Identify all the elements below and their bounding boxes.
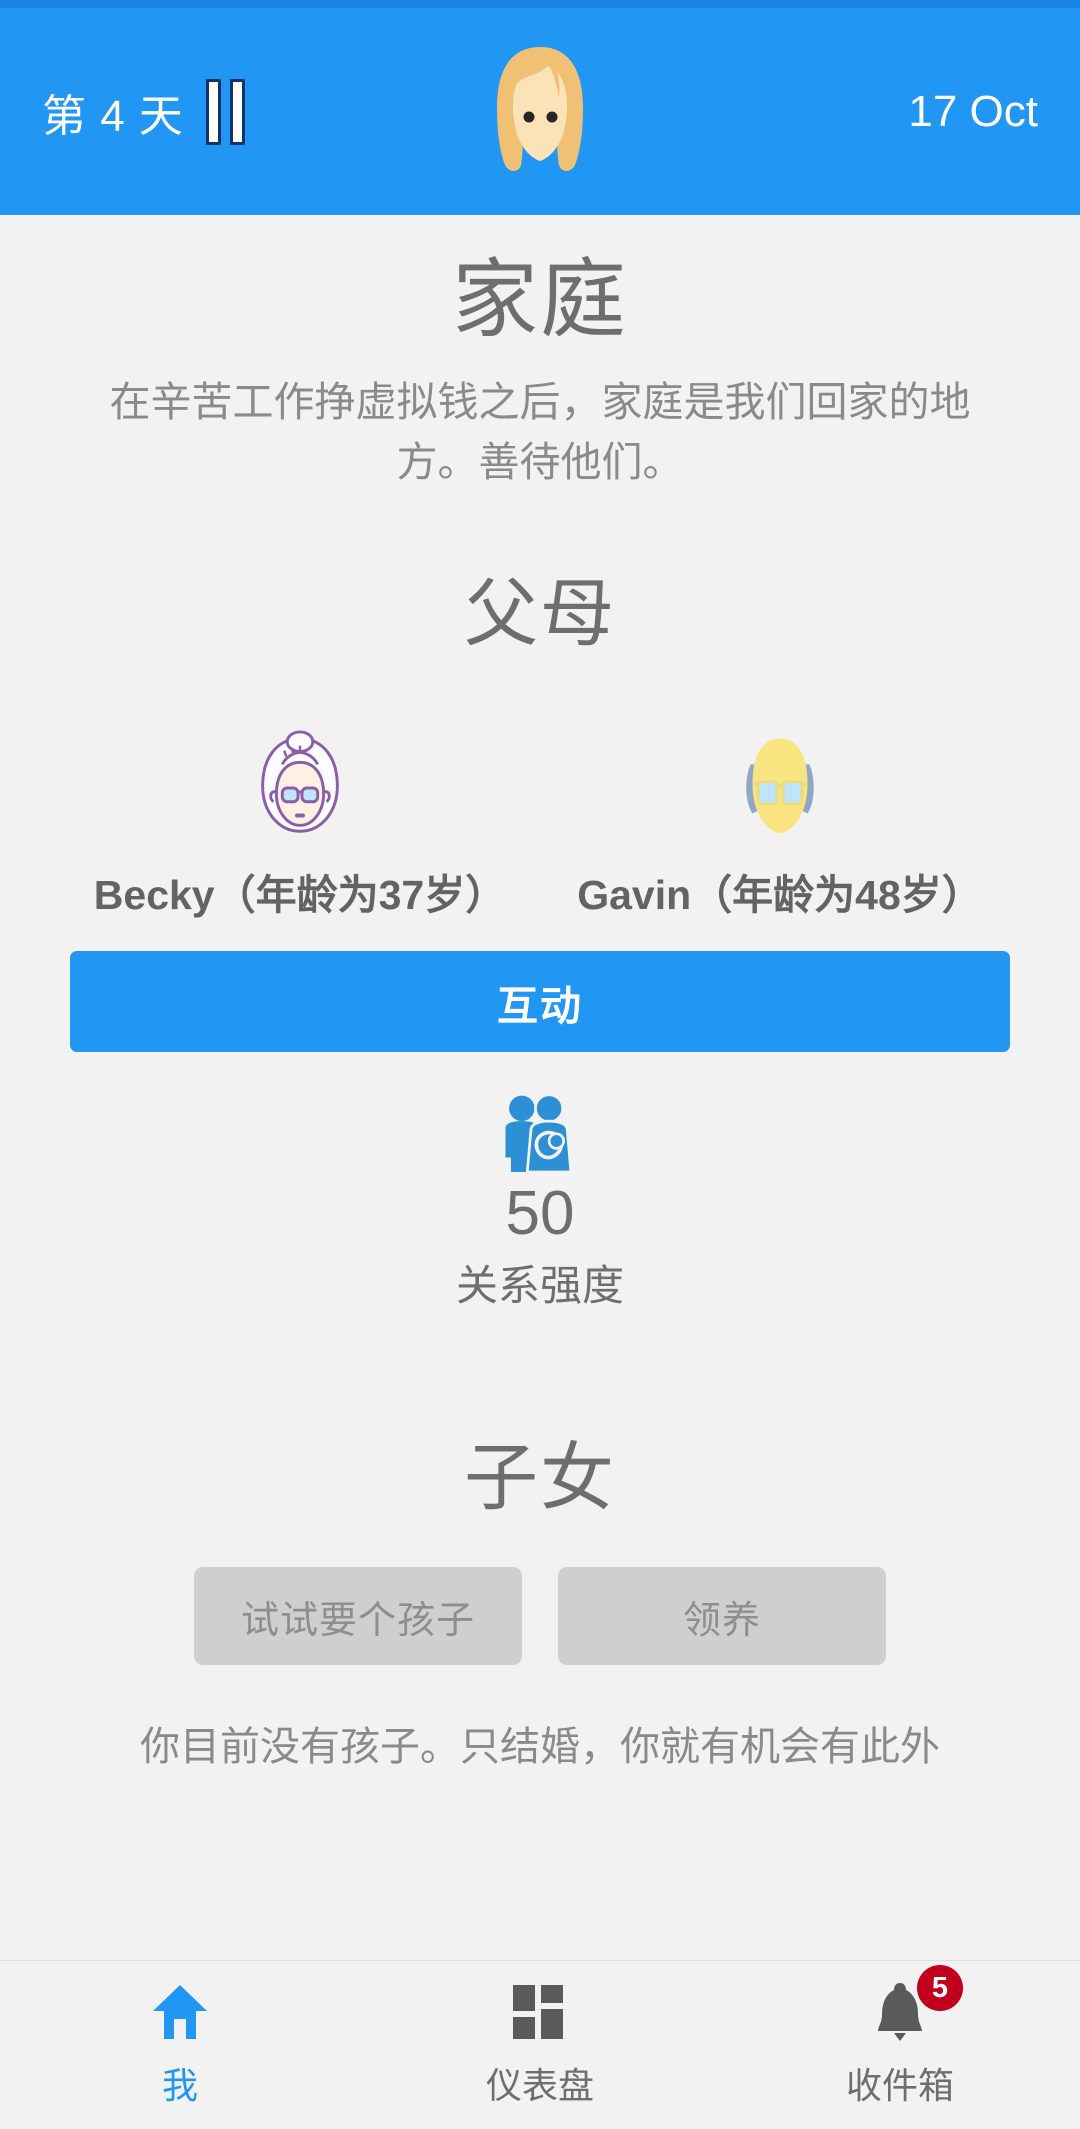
- bell-icon: 5: [867, 1965, 963, 2043]
- main-content: 家庭 在辛苦工作挣虚拟钱之后，家庭是我们回家的地方。善待他们。 父母 Becky…: [0, 215, 1080, 1960]
- parents-list: Becky（年龄为37岁） Gavin（年龄为48岁）: [0, 727, 1080, 921]
- dashboard-grid-icon: [507, 1981, 573, 2043]
- app-screen: 第 4 天 17 Oct 家庭 在辛苦工作挣虚拟钱之后，家庭是我们回家的地方。善…: [0, 0, 1080, 2129]
- page-title: 家庭: [452, 252, 628, 348]
- nav-label-me: 我: [161, 2065, 198, 2106]
- parent-card-becky: Becky（年龄为37岁）: [60, 727, 540, 921]
- grandfather-face-icon: [721, 727, 839, 845]
- status-bar-strip: [0, 0, 1080, 8]
- page-subtitle: 在辛苦工作挣虚拟钱之后，家庭是我们回家的地方。善待他们。: [109, 379, 971, 485]
- interact-button[interactable]: 互动: [70, 951, 1010, 1053]
- parent-card-gavin: Gavin（年龄为48岁）: [540, 727, 1020, 921]
- relationship-strength-label: 关系强度: [455, 1262, 624, 1310]
- nav-item-inbox[interactable]: 5 收件箱: [720, 1961, 1080, 2129]
- date-label: 17 Oct: [908, 86, 1038, 136]
- family-couple-baby-icon: [494, 1092, 586, 1173]
- adopt-button[interactable]: 领养: [558, 1567, 886, 1666]
- home-icon: [147, 1981, 213, 2043]
- children-section-title: 子女: [464, 1436, 616, 1520]
- bottom-navigation: 我 仪表盘 5 收件箱: [0, 1960, 1080, 2129]
- relationship-strength-value: 50: [505, 1179, 575, 1249]
- children-actions: 试试要个孩子 领养: [0, 1567, 1080, 1666]
- day-counter-label: 第 4 天: [42, 91, 184, 141]
- children-note: 你目前没有孩子。只结婚，你就有机会有此外: [140, 1725, 940, 1770]
- nav-item-me[interactable]: 我: [0, 1961, 360, 2129]
- parent-name-label: Gavin（年龄为48岁）: [577, 872, 983, 919]
- relationship-stat: 50 关系强度: [0, 1092, 1080, 1313]
- nav-item-dashboard[interactable]: 仪表盘: [360, 1961, 720, 2129]
- pause-icon[interactable]: [205, 78, 245, 145]
- nav-label-dashboard: 仪表盘: [485, 2065, 594, 2106]
- app-header: 第 4 天 17 Oct: [0, 8, 1080, 215]
- header-left-group: 第 4 天: [42, 78, 245, 145]
- inbox-badge: 5: [917, 1965, 963, 2011]
- parents-section-title: 父母: [464, 572, 616, 656]
- grandmother-face-icon: [241, 727, 359, 845]
- nav-label-inbox: 收件箱: [845, 2065, 954, 2106]
- parent-name-label: Becky（年龄为37岁）: [93, 872, 507, 919]
- avatar[interactable]: [465, 37, 615, 187]
- try-for-baby-button[interactable]: 试试要个孩子: [194, 1567, 522, 1666]
